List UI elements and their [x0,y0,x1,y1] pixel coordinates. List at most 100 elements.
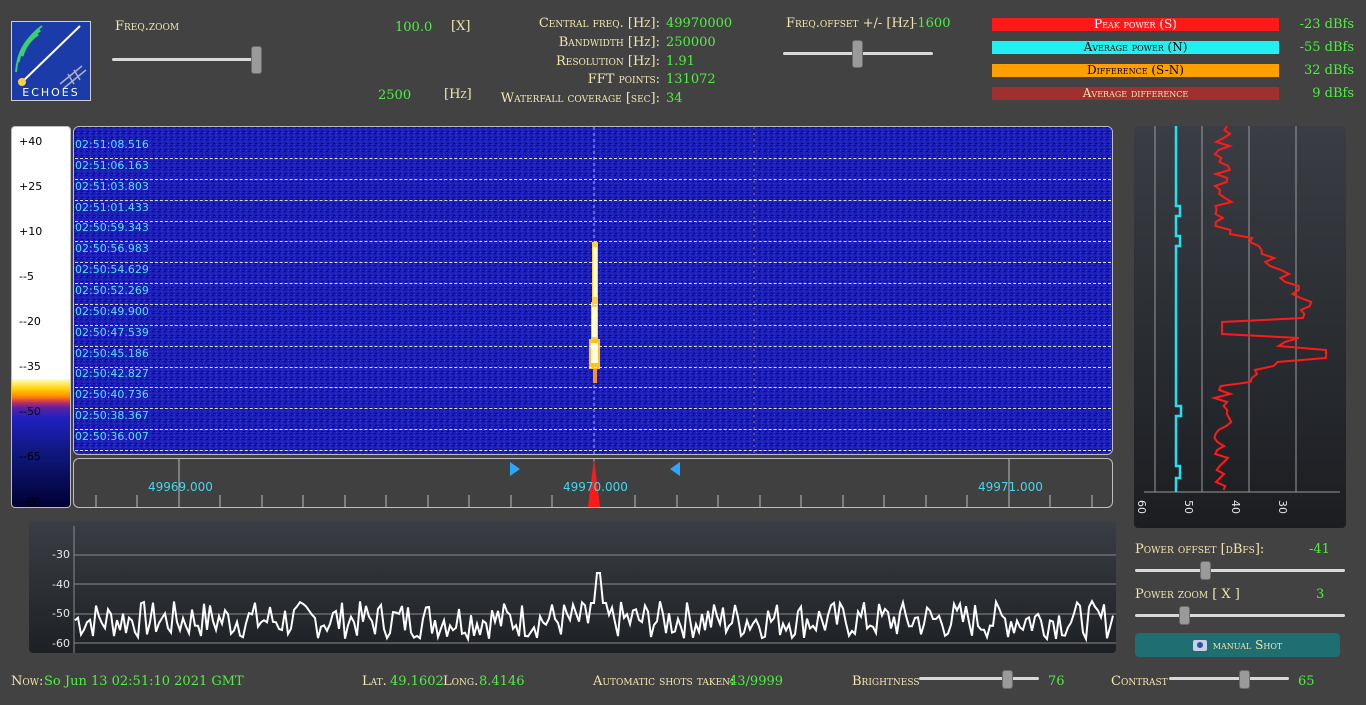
long-value: 8.4146 [479,674,525,689]
waterfall-time-line [75,408,1111,410]
brightness-label: Brightness [852,674,920,689]
freq-axis-right-label: 49971.000 [978,480,1043,494]
waterfall-timestamp: 02:51:01.433 [75,200,149,214]
palette-scale-label: --35 [19,360,41,373]
power-offset-slider-track[interactable] [1135,569,1345,572]
legend-bar-1: Average power (N) [992,41,1279,54]
waterfall-timestamp: 02:51:08.516 [75,138,149,151]
legend-bar-2: Difference (S-N) [992,64,1279,77]
brightness-slider-track[interactable] [919,677,1039,680]
power-plot-panel [1134,126,1346,528]
lat-label: Lat. [362,674,387,689]
waterfall-time-line [75,449,1111,451]
brightness-slider-thumb[interactable] [1002,670,1013,689]
spectrum-y-tick: -40 [52,577,70,591]
now-value: So Jun 13 02:51:10 2021 GMT [44,674,244,689]
waterfall-timestamp: 02:51:03.803 [75,179,149,193]
waterfall-timestamp: 02:50:45.186 [75,346,149,360]
legend-value-0: -23 dBfs [1299,17,1354,32]
palette-scale-label: --5 [19,270,34,283]
brightness-value: 76 [1048,674,1065,689]
waterfall-timestamp: 02:50:47.539 [75,325,149,339]
manual-shot-button[interactable]: manual Shot [1135,633,1340,657]
power-offset-label: Power offset [dBfs]: [1135,542,1265,557]
peak-power-trace [1210,126,1327,491]
contrast-slider-track[interactable] [1169,677,1289,680]
waterfall-timestamp: 02:50:59.343 [75,221,149,235]
waterfall-time-line [75,178,1111,180]
waterfall-time-line [75,429,1111,431]
waterfall-time-line [75,262,1111,264]
spectrum-plot [73,526,1116,653]
power-zoom-slider-track[interactable] [1135,614,1345,617]
freq-offset-slider-thumb[interactable] [852,40,863,68]
central-freq-label: Central freq. [Hz]: [538,16,660,31]
power-offset-slider-thumb[interactable] [1200,561,1211,580]
waterfall-timestamp: 02:50:54.629 [75,263,149,277]
long-label: Long. [443,674,479,689]
freq-axis-left-label: 49969.000 [148,480,213,494]
waterfall-panel[interactable] [73,126,1113,455]
freq-offset-value: -1600 [913,16,951,31]
fft-points-value: 131072 [666,72,716,87]
freq-axis-center-label: 49970.000 [563,480,628,494]
legend-bar-0: Peak power (S) [992,18,1279,31]
waterfall-time-line [75,387,1111,389]
camera-icon [1192,639,1207,651]
palette-scale-label: --50 [19,405,41,418]
freq-offset-label: Freq.offset +/- [Hz] [786,16,915,31]
manual-shot-label: manual Shot [1212,638,1283,652]
spectrum-trace [74,572,1114,643]
central-freq-value: 49970000 [666,16,733,31]
spectrum-y-tick: -30 [52,548,70,561]
freq-zoom-unit: [X] [451,19,471,34]
freq-zoom-hz-unit: [Hz] [444,87,472,102]
waterfall-noise [74,127,1112,454]
waterfall-timestamp: 02:50:36.007 [75,429,149,443]
right-marker-icon [670,462,680,476]
palette-gradient [12,379,70,507]
waterfall-timestamp: 02:50:52.269 [75,283,149,297]
freq-zoom-hz-value: 2500 [378,88,412,103]
waterfall-time-line [75,366,1111,368]
waterfall-timestamp: 02:50:49.900 [75,304,149,318]
palette-scale-label: +10 [19,225,43,238]
contrast-slider-thumb[interactable] [1239,670,1250,689]
power-zoom-label: Power zoom [ X ] [1135,587,1240,602]
palette-scale-label: +25 [19,180,43,193]
spectrum-y-tick: -50 [52,607,70,620]
palette-scale-label: --20 [19,315,41,328]
automatic-shots-label: Automatic shots taken: [593,674,735,689]
contrast-label: Contrast [1111,674,1168,689]
waterfall-time-line [75,241,1111,243]
power-plot [1144,126,1340,493]
resolution-value: 1.91 [666,54,695,69]
freq-zoom-value: 100.0 [395,20,433,35]
power-zoom-slider-thumb[interactable] [1179,606,1190,625]
waterfall-timestamp: 02:50:56.983 [75,242,149,256]
spectrum-y-tick: -60 [52,636,70,650]
legend-value-2: 32 dBfs [1303,63,1354,78]
legend-bar-3: Average difference [992,87,1279,100]
spectrum-panel [29,521,1116,653]
palette-scale-label: --80 [19,495,41,508]
now-label: Now: [11,674,44,689]
echoes-logo: ECHOES [11,21,91,101]
legend-value-3: 9 dBfs [1312,86,1354,101]
waterfall-time-line [75,220,1111,222]
waterfall-timestamp: 02:51:06.163 [75,158,149,172]
freq-zoom-slider-thumb[interactable] [251,46,262,74]
power-plot-x-tick: 50 [1182,500,1195,514]
lat-value: 49.1602 [390,674,444,689]
waterfall-timestamp: 02:50:40.736 [75,388,149,402]
freq-zoom-label: Freq.zoom [115,19,180,34]
automatic-shots-value: 43/9999 [729,674,784,689]
logo-text: ECHOES [22,86,80,99]
contrast-value: 65 [1298,674,1315,689]
power-zoom-value: 3 [1316,587,1325,602]
left-marker-icon [510,462,520,476]
resolution-label: Resolution [Hz]: [555,54,660,69]
power-plot-x-tick: 40 [1229,500,1242,514]
waterfall-coverage-label: Waterfall coverage [sec]: [500,91,660,106]
freq-zoom-slider-track[interactable] [112,58,260,61]
